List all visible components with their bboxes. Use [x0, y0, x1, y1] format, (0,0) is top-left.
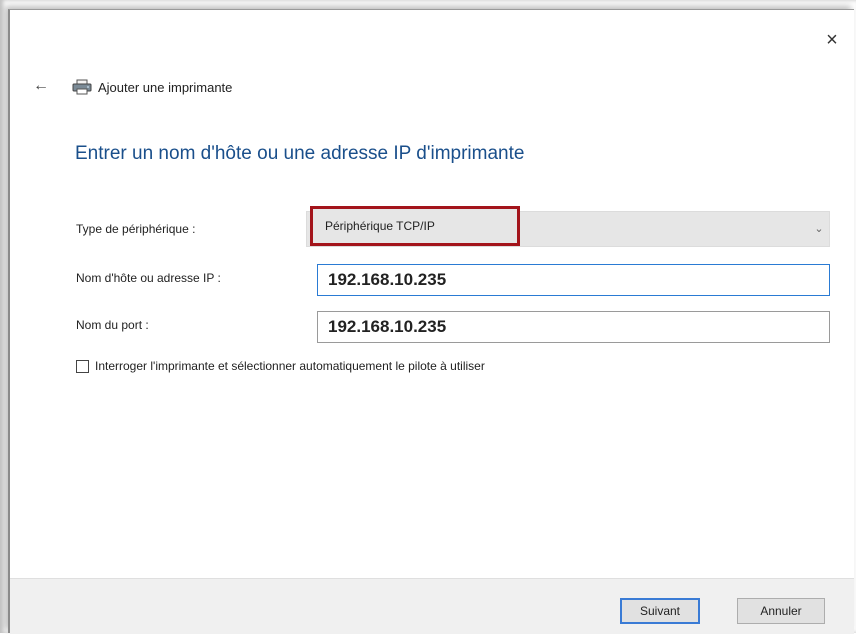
- query-printer-checkbox-label[interactable]: Interroger l'imprimante et sélectionner …: [95, 359, 485, 373]
- port-name-input[interactable]: 192.168.10.235: [317, 311, 830, 343]
- device-type-label: Type de périphérique :: [76, 222, 196, 236]
- cancel-button[interactable]: Annuler: [737, 598, 825, 624]
- wizard-title-text: Ajouter une imprimante: [98, 79, 233, 95]
- dialog-footer: [10, 578, 854, 634]
- query-printer-checkbox[interactable]: [76, 359, 89, 373]
- device-type-selected-value[interactable]: Périphérique TCP/IP: [310, 206, 520, 246]
- wizard-title: Ajouter une imprimante: [72, 77, 232, 97]
- printer-icon: [72, 79, 92, 95]
- next-button[interactable]: Suivant: [620, 598, 700, 624]
- close-button[interactable]: ×: [820, 28, 844, 52]
- port-name-label: Nom du port :: [76, 318, 149, 332]
- page-heading: Entrer un nom d'hôte ou une adresse IP d…: [75, 143, 525, 164]
- hostname-label: Nom d'hôte ou adresse IP :: [76, 271, 221, 285]
- back-button[interactable]: ←: [30, 76, 52, 96]
- query-printer-option[interactable]: Interroger l'imprimante et sélectionner …: [76, 357, 485, 375]
- chevron-down-icon[interactable]: ⌄: [812, 222, 826, 236]
- hostname-input[interactable]: 192.168.10.235: [317, 264, 830, 296]
